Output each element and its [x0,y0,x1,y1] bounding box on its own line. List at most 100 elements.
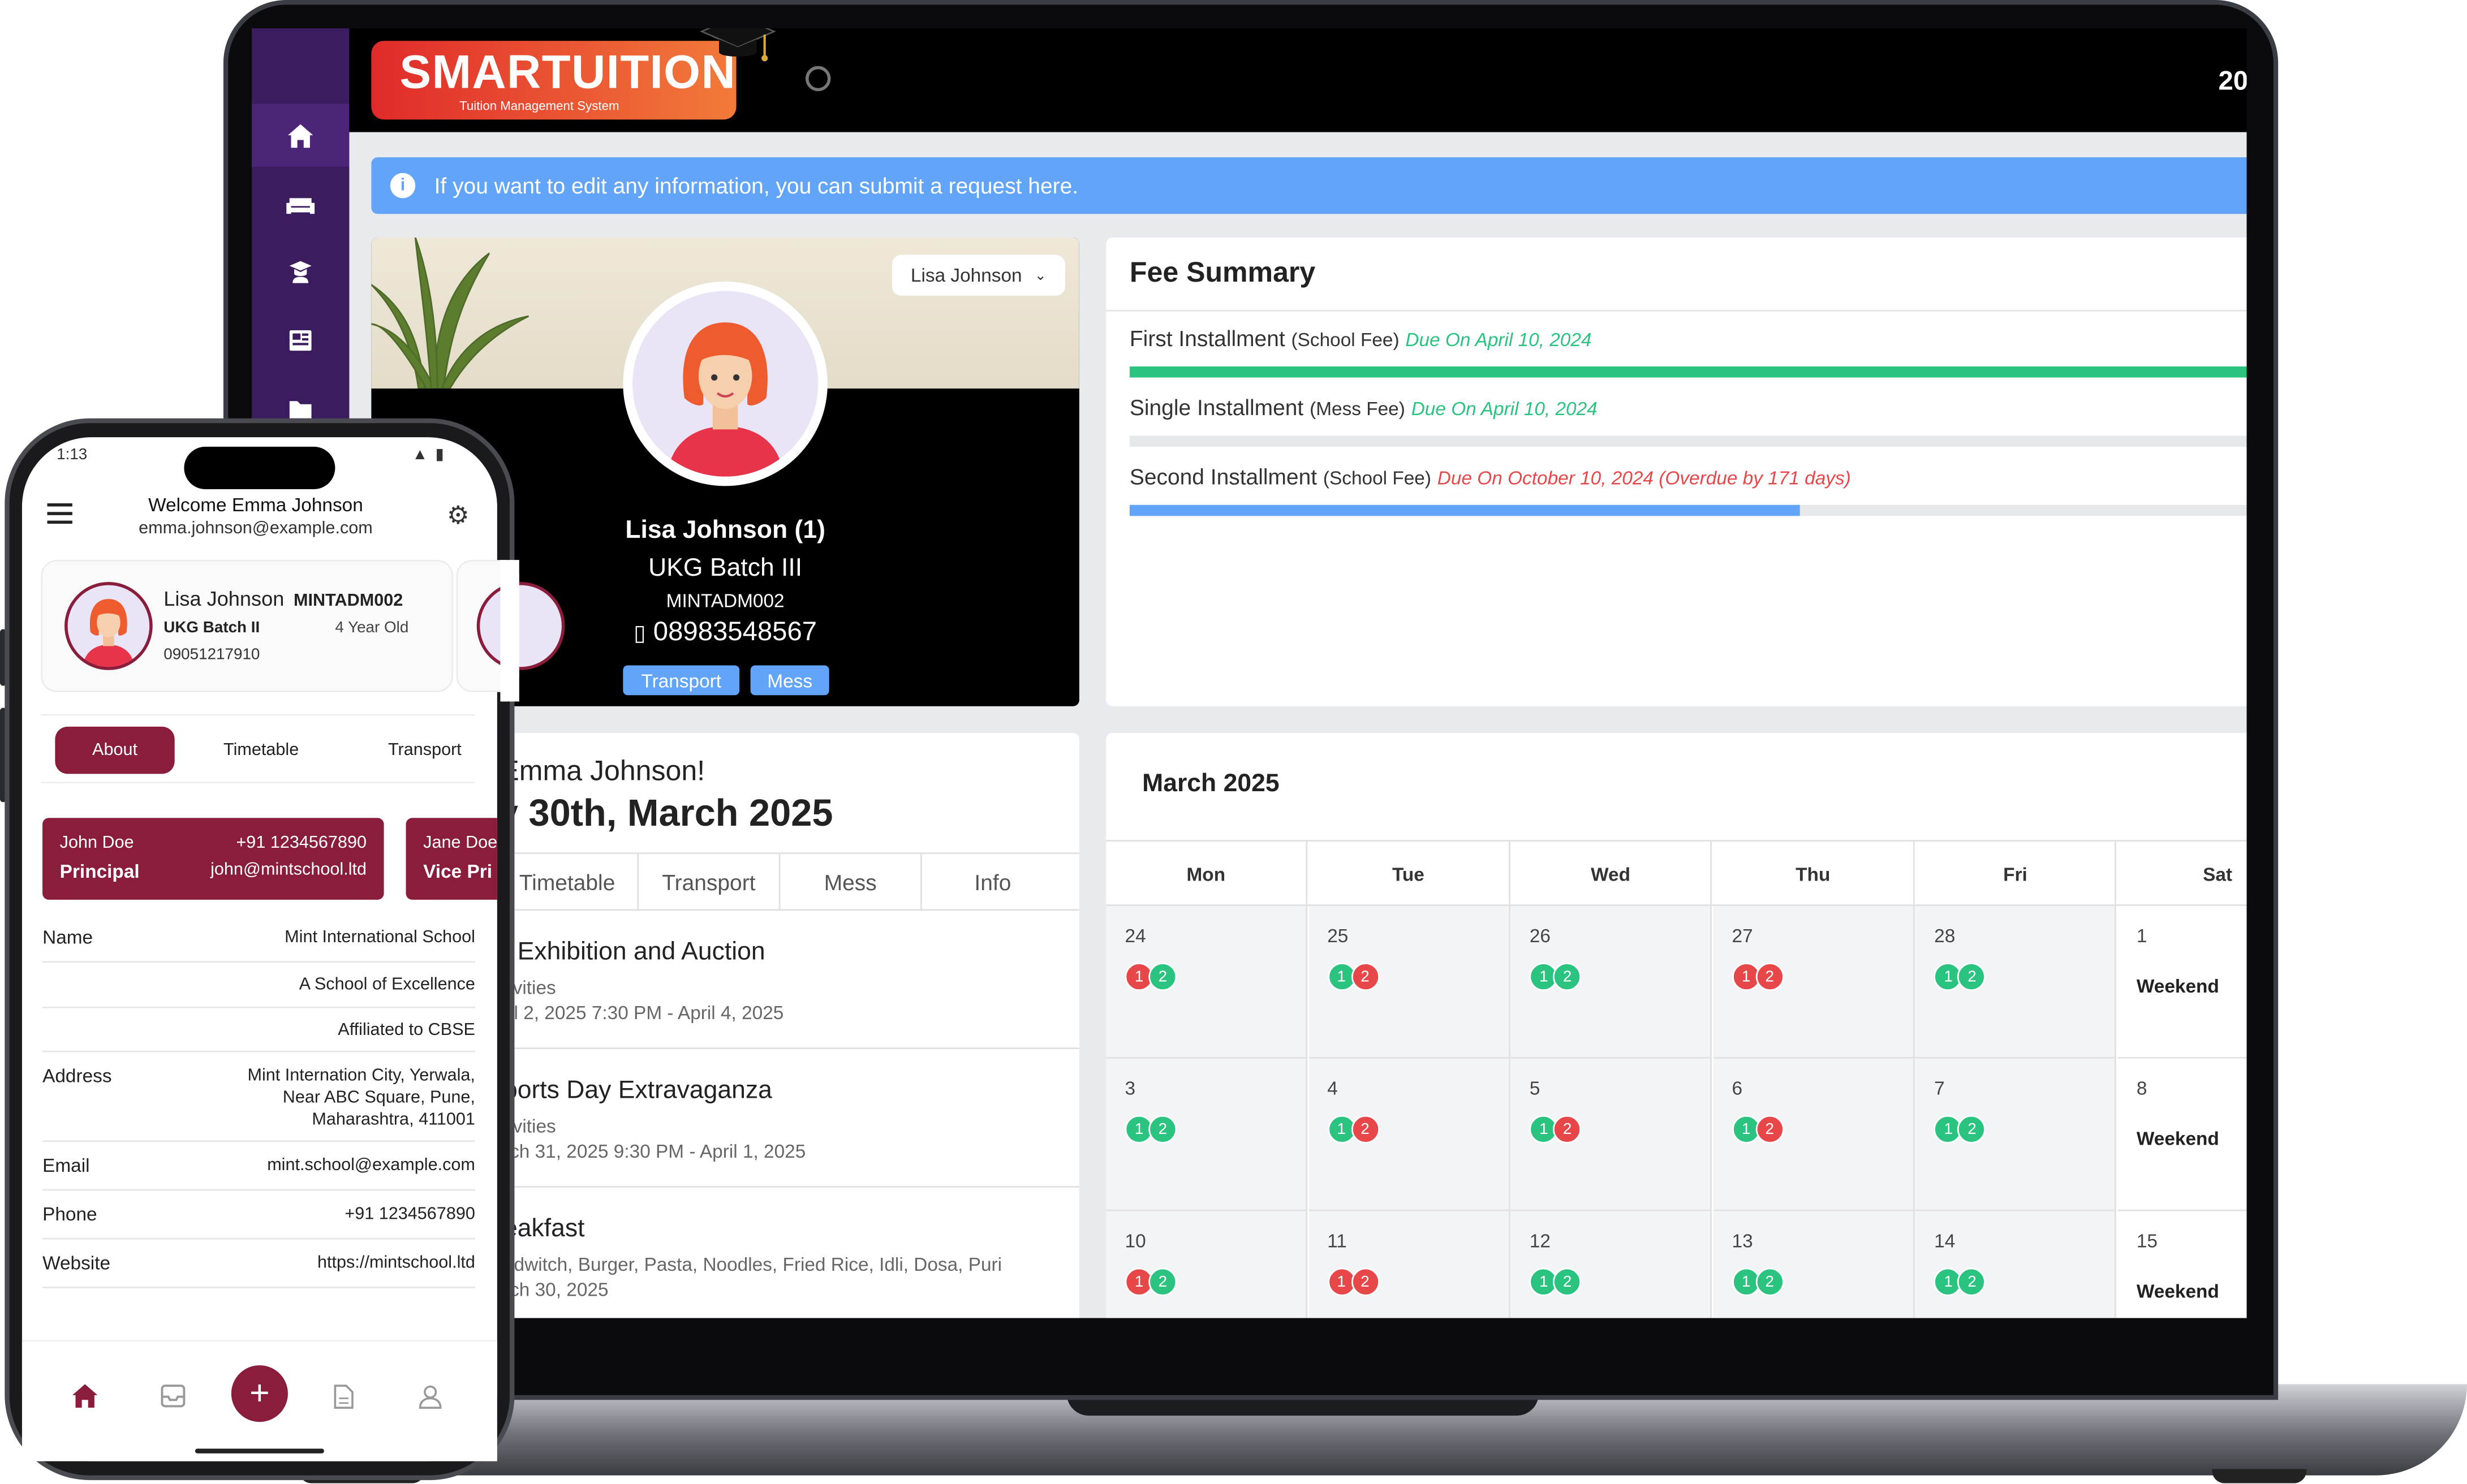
calendar-day[interactable]: 7 12 [1915,1058,2117,1211]
edit-request-alert[interactable]: i If you want to edit any information, y… [371,157,2247,214]
welcome-text: Welcome Emma Johnson [148,494,363,516]
attendance-dots: 12 [1529,1115,1582,1144]
attendance-dots: 12 [1732,963,1784,991]
tab-timetable[interactable]: Timetable [497,854,639,909]
tab-transport[interactable]: Transport [639,854,781,909]
student-card[interactable]: Lisa Johnson MINTADM002 UKG Batch II 4 Ye… [41,560,453,692]
events-tabs: Timetable Transport Mess Info [497,852,1079,911]
calendar-day[interactable]: 15 Weekend [2117,1211,2247,1318]
attendance-dots: 12 [1934,1115,1986,1144]
day-number: 24 [1125,925,1146,947]
document-icon[interactable] [334,1384,354,1409]
info-row: Name Mint International School [42,916,475,963]
sidebar-item-home[interactable] [251,103,350,167]
calendar-day[interactable]: 26 1 2 [1510,905,1712,1059]
calendar-day[interactable]: 27 1 2 [1713,905,1915,1059]
student-phone: 09051217910 [163,646,260,664]
sidebar-item-news[interactable] [252,308,349,371]
calendar-day[interactable]: 24 1 2 [1106,905,1308,1059]
calendar-day[interactable]: 14 1 2 [1915,1211,2117,1318]
weekend-label: Weekend [2136,975,2219,998]
day-number: 15 [2136,1230,2158,1252]
calendar-day[interactable]: 12 1 2 [1510,1211,1712,1318]
info-row: Email mint.school@example.com [42,1144,475,1191]
student-avatar [623,281,828,486]
weekday-sat: Sat [2117,842,2246,908]
brand-logo[interactable]: SMARTUITION Tuition Management System [371,41,737,120]
calendar-day[interactable]: 13 1 2 [1713,1211,1915,1318]
sidebar-item-classes[interactable] [252,173,349,236]
inbox-icon[interactable] [161,1384,186,1408]
calendar-day[interactable]: 5 12 [1510,1058,1712,1211]
absent-dot: 2 [1350,1115,1379,1144]
student-batch: UKG Batch II [163,619,260,637]
divider [1106,309,2247,312]
calendar-day[interactable]: 8 Weekend [2117,1058,2247,1211]
add-button[interactable]: + [231,1365,288,1422]
info-row: Phone +91 1234567890 [42,1192,475,1240]
status-circle[interactable] [805,66,831,92]
home-icon [287,123,313,148]
day-number: 1 [2136,925,2147,947]
student-icon [289,261,312,283]
event-item[interactable]: t Exhibition and Auction tivities ril 2, 2… [497,911,1079,1050]
fee-progress-bar [1129,435,2247,447]
day-number: 11 [1327,1230,1347,1252]
info-row: A School of Excellence [42,963,475,1008]
calendar-day[interactable]: 28 1 2 [1915,905,2117,1059]
day-number: 7 [1934,1077,1945,1100]
staff-card[interactable]: Jane Doe Vice Pri [406,818,497,900]
present-dot: 2 [1148,1115,1177,1144]
calendar-day[interactable]: 1 Weekend [2117,905,2247,1059]
girl-avatar-icon [667,322,784,477]
gear-icon[interactable]: ⚙ [447,500,470,532]
present-dot: 2 [1755,1267,1784,1296]
screen-edge [500,560,519,702]
fee-installment[interactable]: First Installment (School Fee) Due On Ap… [1130,326,1592,351]
staff-card[interactable]: John Doe Principal +91 1234567890 john@m… [42,818,384,900]
fee-progress-bar [1129,366,2247,378]
day-number: 27 [1732,925,1753,947]
attendance-dots: 12 [1529,1267,1582,1296]
calendar-day[interactable]: 6 12 [1713,1058,1915,1211]
event-item[interactable]: ports Day Extravaganza tivities rch 31, 20… [497,1049,1079,1188]
calendar-day[interactable]: 10 1 2 [1106,1211,1308,1318]
transport-tag[interactable]: Transport [623,665,740,696]
home-icon[interactable] [72,1384,98,1408]
fee-installment[interactable]: Single Installment (Mess Fee) Due On Apr… [1130,395,1598,420]
folder-icon [289,401,312,419]
present-dot: 2 [1148,963,1177,991]
tab-info[interactable]: Info [922,854,1064,909]
profile-icon[interactable] [419,1384,442,1409]
mess-tag[interactable]: Mess [750,665,829,696]
calendar-day[interactable]: 3 12 [1106,1058,1308,1211]
absent-dot: 2 [1553,1115,1582,1144]
day-number: 28 [1934,925,1956,947]
student-age: 4 Year Old [335,619,409,637]
student-avatar [64,582,153,670]
day-number: 26 [1529,925,1551,947]
calendar-day[interactable]: 4 12 [1308,1058,1510,1211]
calendar-day[interactable]: 11 1 2 [1308,1211,1510,1318]
fee-installment[interactable]: Second Installment (School Fee) Due On O… [1130,464,1851,489]
present-dot: 2 [1957,963,1986,991]
absent-dot: 2 [1755,963,1784,991]
tab-timetable[interactable]: Timetable [198,727,324,774]
calendar-weekdays: Mon Tue Wed Thu Fri Sat [1106,840,2247,908]
phone-number: 08983548567 [653,616,817,647]
tab-mess[interactable]: Mess [780,854,922,909]
day-number: 12 [1529,1230,1551,1252]
absent-dot: 2 [1350,1267,1379,1296]
calendar-day[interactable]: 25 1 2 [1308,905,1510,1059]
user-email: emma.johnson@example.com [139,519,373,538]
fee-summary-card: Fee Summary First Installment (School Fe… [1106,237,2247,706]
sidebar-item-students[interactable] [252,241,349,304]
tab-about[interactable]: About [55,726,175,774]
weekday-mon: Mon [1106,841,1308,908]
student-selector[interactable]: Lisa Johnson ⌄ [892,254,1065,296]
event-item[interactable]: eakfast ndwitch, Burger, Pasta, Noodles, … [497,1188,1079,1318]
logo-title: SMARTUITION [399,47,737,100]
girl-avatar-icon [83,599,135,667]
student-name: Lisa Johnson MINTADM002 [163,586,403,611]
tab-transport[interactable]: Transport [362,727,488,774]
